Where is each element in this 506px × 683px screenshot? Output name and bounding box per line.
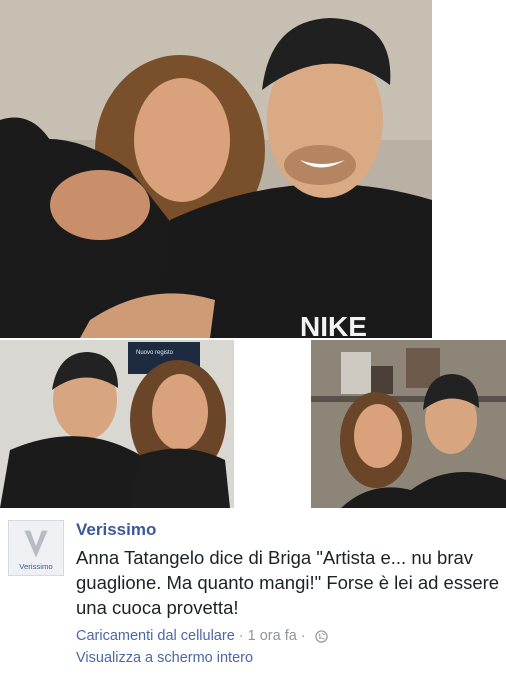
fullscreen-link[interactable]: Visualizza a schermo intero	[76, 650, 253, 666]
photo-left[interactable]: Nuovo registo	[0, 340, 234, 508]
shirt-text: NIKE	[300, 311, 367, 338]
source-link[interactable]: Caricamenti dal cellulare	[76, 628, 235, 644]
page-avatar[interactable]: Verissimo	[8, 520, 64, 576]
post-time[interactable]: 1 ora fa	[248, 628, 297, 644]
photo-right[interactable]	[311, 340, 506, 508]
screen-text: Nuovo registo	[136, 350, 174, 356]
post-text: Anna Tatangelo dice di Briga "Artista e.…	[76, 547, 500, 618]
meta-separator: ·	[300, 628, 306, 644]
main-photo[interactable]: NIKE	[0, 0, 432, 338]
globe-icon	[314, 629, 328, 643]
page-name-link[interactable]: Verissimo	[76, 520, 156, 540]
post-meta: Caricamenti dal cellulare · 1 ora fa ·	[76, 628, 328, 644]
avatar-brand-text: Verissimo	[19, 562, 52, 571]
meta-separator: ·	[238, 628, 244, 644]
